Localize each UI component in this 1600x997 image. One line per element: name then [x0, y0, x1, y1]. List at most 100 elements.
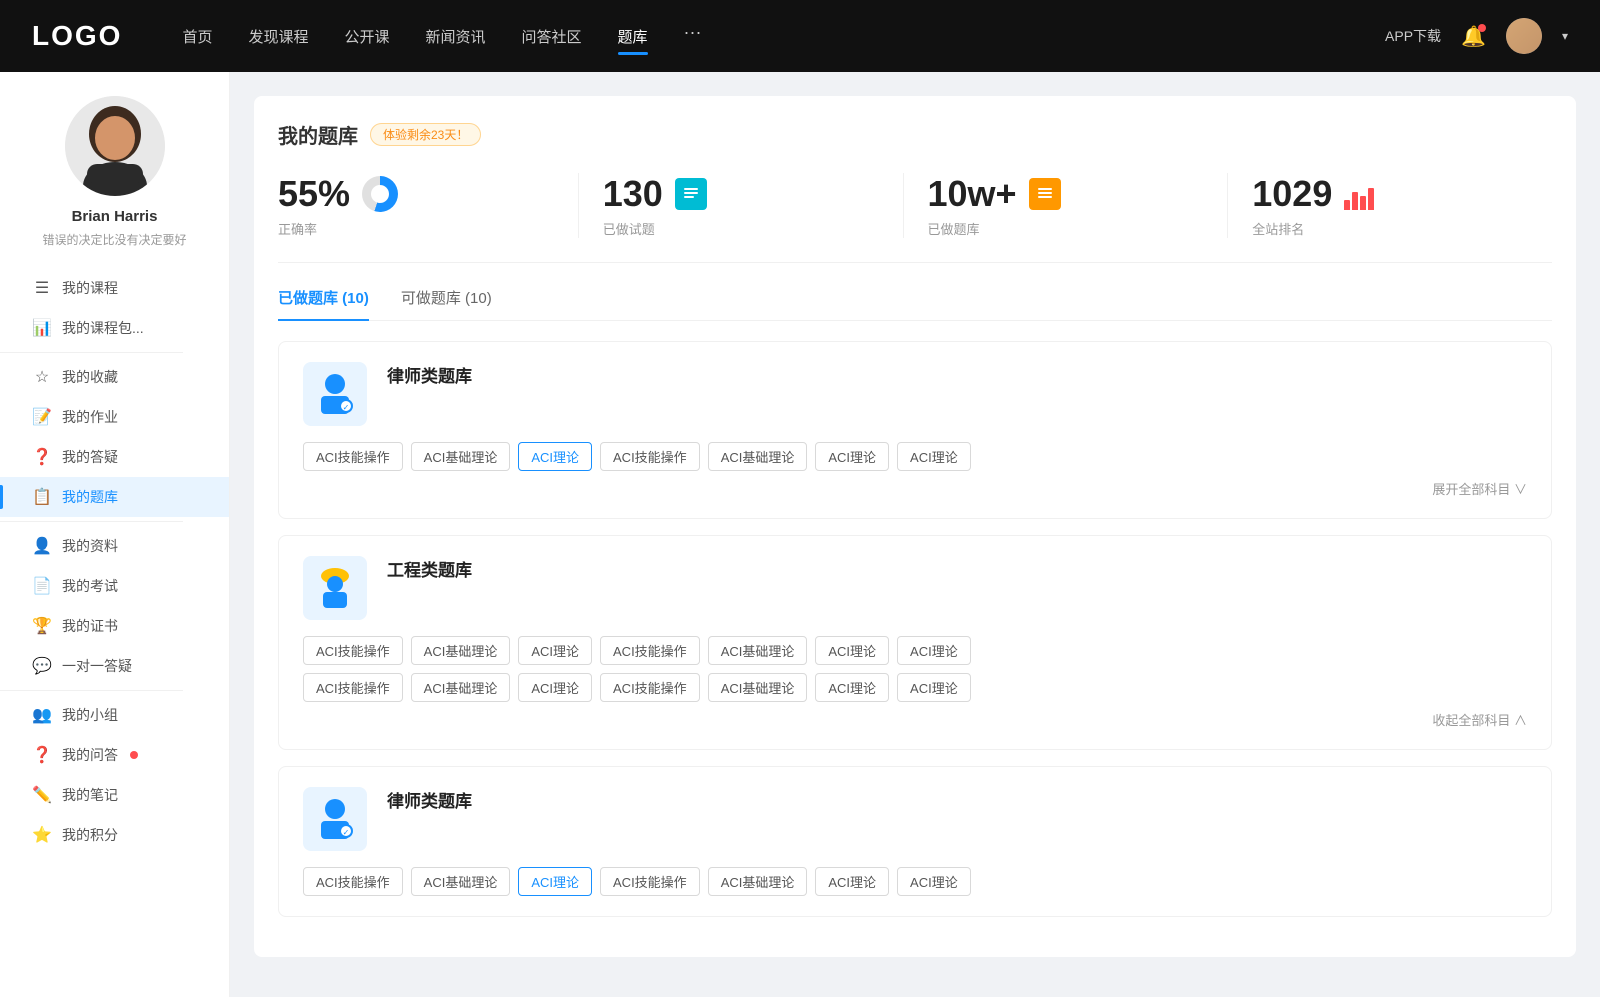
- main-card: 我的题库 体验剩余23天！ 55% 正确率 130: [254, 96, 1576, 957]
- tag-3-1[interactable]: ACI技能操作: [303, 867, 403, 896]
- sidebar-item-label: 我的笔记: [62, 785, 118, 805]
- bar4: [1368, 188, 1374, 210]
- tag-3-3[interactable]: ACI理论: [518, 867, 592, 896]
- tag-2-2[interactable]: ACI基础理论: [411, 636, 511, 665]
- tag-2-5[interactable]: ACI基础理论: [708, 636, 808, 665]
- notes-icon: ✏️: [32, 785, 52, 805]
- nav-opencourse[interactable]: 公开课: [344, 22, 389, 51]
- bar2: [1352, 192, 1358, 210]
- nav-qa[interactable]: 问答社区: [522, 22, 582, 51]
- course-pkg-icon: 📊: [32, 318, 52, 338]
- stat-top: 55%: [278, 173, 398, 215]
- tag-2-6[interactable]: ACI理论: [815, 636, 889, 665]
- tag-2-13[interactable]: ACI理论: [815, 673, 889, 702]
- nav-news[interactable]: 新闻资讯: [426, 22, 486, 51]
- stat-banks: 10w+ 已做题库: [928, 173, 1229, 238]
- qbank-avatar-3: ✓: [303, 787, 367, 851]
- tab-available[interactable]: 可做题库 (10): [401, 287, 492, 320]
- sidebar-item-points[interactable]: ⭐ 我的积分: [0, 815, 229, 855]
- navbar-menu: 首页 发现课程 公开课 新闻资讯 问答社区 题库 ···: [182, 22, 1385, 51]
- tag-3-5[interactable]: ACI基础理论: [708, 867, 808, 896]
- tag-1-6[interactable]: ACI理论: [815, 442, 889, 471]
- tag-1-3[interactable]: ACI理论: [518, 442, 592, 471]
- tag-2-12[interactable]: ACI基础理论: [708, 673, 808, 702]
- favorites-icon: ☆: [32, 367, 52, 387]
- tag-2-11[interactable]: ACI技能操作: [600, 673, 700, 702]
- tag-2-7[interactable]: ACI理论: [897, 636, 971, 665]
- sidebar-item-qbank[interactable]: 📋 我的题库: [0, 477, 229, 517]
- sidebar-item-label: 我的课程: [62, 278, 118, 298]
- bar3: [1360, 196, 1366, 210]
- nav-discover[interactable]: 发现课程: [248, 22, 308, 51]
- stat-top: 130: [603, 173, 707, 215]
- nav-home[interactable]: 首页: [182, 22, 212, 51]
- stats-row: 55% 正确率 130 已做试题: [278, 173, 1552, 263]
- lawyer-svg-3: ✓: [311, 795, 359, 843]
- profile-icon: 👤: [32, 536, 52, 556]
- points-icon: ⭐: [32, 825, 52, 845]
- sidebar-item-label: 我的问答: [62, 745, 118, 765]
- nav-more[interactable]: ···: [684, 22, 702, 51]
- sidebar-item-qa[interactable]: ❓ 我的答疑: [0, 437, 229, 477]
- avatar-svg: [65, 96, 165, 196]
- user-avatar: [65, 96, 165, 196]
- qbank-header-2: 工程类题库: [303, 556, 1527, 620]
- 1on1-icon: 💬: [32, 656, 52, 676]
- stat-value-accuracy: 55%: [278, 173, 350, 215]
- tag-3-6[interactable]: ACI理论: [815, 867, 889, 896]
- tag-2-14[interactable]: ACI理论: [897, 673, 971, 702]
- qbank-tags-3: ACI技能操作 ACI基础理论 ACI理论 ACI技能操作 ACI基础理论 AC…: [303, 867, 1527, 896]
- sidebar-item-homework[interactable]: 📝 我的作业: [0, 397, 229, 437]
- qa-icon: ❓: [32, 447, 52, 467]
- bar-chart-icon: [1344, 178, 1376, 210]
- sidebar-item-course-pkg[interactable]: 📊 我的课程包...: [0, 308, 229, 348]
- sidebar-item-profile[interactable]: 👤 我的资料: [0, 526, 229, 566]
- tag-2-3[interactable]: ACI理论: [518, 636, 592, 665]
- notification-bell[interactable]: 🔔: [1461, 24, 1486, 49]
- avatar-image: [1506, 18, 1542, 54]
- qbank-avatar-2: [303, 556, 367, 620]
- avatar-chevron-icon[interactable]: ▾: [1562, 29, 1568, 43]
- sidebar-item-exam[interactable]: 📄 我的考试: [0, 566, 229, 606]
- svg-text:✓: ✓: [343, 403, 350, 412]
- app-download-button[interactable]: APP下载: [1385, 26, 1441, 46]
- tag-2-10[interactable]: ACI理论: [518, 673, 592, 702]
- sidebar-item-notes[interactable]: ✏️ 我的笔记: [0, 775, 229, 815]
- sidebar-item-label: 我的答疑: [62, 447, 118, 467]
- sidebar-item-group[interactable]: 👥 我的小组: [0, 695, 229, 735]
- tag-1-2[interactable]: ACI基础理论: [411, 442, 511, 471]
- tag-2-1[interactable]: ACI技能操作: [303, 636, 403, 665]
- qbank-item-2: 工程类题库 ACI技能操作 ACI基础理论 ACI理论 ACI技能操作 ACI基…: [278, 535, 1552, 750]
- group-icon: 👥: [32, 705, 52, 725]
- tag-3-2[interactable]: ACI基础理论: [411, 867, 511, 896]
- sidebar-item-label: 我的积分: [62, 825, 118, 845]
- sidebar-item-1on1[interactable]: 💬 一对一答疑: [0, 646, 229, 686]
- sidebar-item-favorites[interactable]: ☆ 我的收藏: [0, 357, 229, 397]
- tag-2-9[interactable]: ACI基础理论: [411, 673, 511, 702]
- tag-1-5[interactable]: ACI基础理论: [708, 442, 808, 471]
- nav-qbank[interactable]: 题库: [618, 22, 648, 51]
- collapse-btn-2[interactable]: 收起全部科目 ∧: [303, 710, 1527, 729]
- tab-done[interactable]: 已做题库 (10): [278, 287, 369, 320]
- engineer-svg: [311, 564, 359, 612]
- expand-btn-1[interactable]: 展开全部科目 ∨: [303, 479, 1527, 498]
- sidebar-item-course[interactable]: ☰ 我的课程: [0, 268, 229, 308]
- stat-label-questions: 已做试题: [603, 219, 655, 238]
- cert-icon: 🏆: [32, 616, 52, 636]
- pie-chart-icon: [362, 176, 398, 212]
- tag-2-8[interactable]: ACI技能操作: [303, 673, 403, 702]
- sidebar-item-cert[interactable]: 🏆 我的证书: [0, 606, 229, 646]
- avatar[interactable]: [1506, 18, 1542, 54]
- tag-1-7[interactable]: ACI理论: [897, 442, 971, 471]
- tag-1-1[interactable]: ACI技能操作: [303, 442, 403, 471]
- sidebar-item-questions[interactable]: ❓ 我的问答: [0, 735, 229, 775]
- tag-2-4[interactable]: ACI技能操作: [600, 636, 700, 665]
- stat-label-accuracy: 正确率: [278, 219, 317, 238]
- qbank-info-2: 工程类题库: [387, 556, 472, 581]
- main-content: 我的题库 体验剩余23天！ 55% 正确率 130: [230, 72, 1600, 997]
- tag-3-7[interactable]: ACI理论: [897, 867, 971, 896]
- sidebar-item-label: 我的小组: [62, 705, 118, 725]
- tag-1-4[interactable]: ACI技能操作: [600, 442, 700, 471]
- qbank-avatar-1: ✓: [303, 362, 367, 426]
- tag-3-4[interactable]: ACI技能操作: [600, 867, 700, 896]
